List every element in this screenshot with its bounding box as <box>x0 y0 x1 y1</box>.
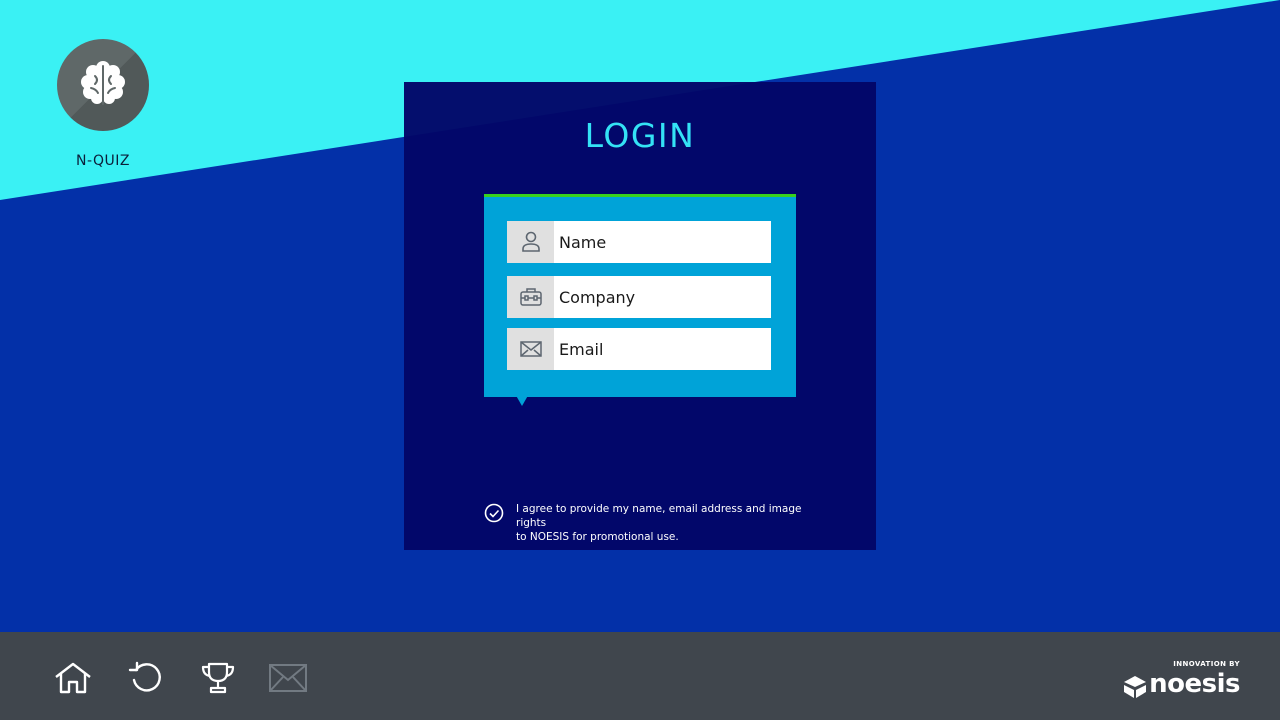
app-logo: N-QUIZ <box>57 39 149 169</box>
brand-name: noesis <box>1149 669 1240 699</box>
consent-checkbox-icon[interactable] <box>484 503 504 523</box>
logo-badge <box>57 39 149 131</box>
mail-button[interactable] <box>268 659 308 697</box>
footer-bar: INNOVATION BY noesis <box>0 632 1280 720</box>
company-field <box>507 276 771 318</box>
company-input[interactable] <box>554 277 764 317</box>
envelope-icon <box>507 328 554 370</box>
login-title: LOGIN <box>584 116 696 155</box>
app-title: N-QUIZ <box>75 153 131 169</box>
email-field <box>507 328 771 370</box>
name-input[interactable] <box>554 222 764 262</box>
email-input[interactable] <box>554 329 764 369</box>
restart-button[interactable] <box>126 659 166 697</box>
form-card-pointer <box>514 392 530 406</box>
noesis-logo-icon <box>1124 676 1146 698</box>
user-icon <box>507 221 554 263</box>
briefcase-icon <box>507 276 554 318</box>
brain-icon <box>81 61 125 105</box>
restart-icon <box>128 661 161 692</box>
consent-text: I agree to provide my name, email addres… <box>516 502 814 544</box>
home-button[interactable] <box>53 659 93 697</box>
name-field <box>507 221 771 263</box>
consent-line-2: to NOESIS for promotional use. <box>516 531 679 543</box>
home-icon <box>55 662 91 694</box>
trophy-icon <box>201 662 235 694</box>
brand-tagline: INNOVATION BY <box>1173 660 1240 668</box>
mail-icon <box>269 664 307 692</box>
consent-row[interactable]: I agree to provide my name, email addres… <box>484 502 814 544</box>
brand-logo: INNOVATION BY noesis <box>1120 660 1240 700</box>
login-panel: LOGIN Name Company Email I agree to prov… <box>404 82 876 550</box>
login-form-card <box>484 194 796 397</box>
consent-line-1: I agree to provide my name, email addres… <box>516 503 802 529</box>
leaderboard-button[interactable] <box>198 659 238 697</box>
